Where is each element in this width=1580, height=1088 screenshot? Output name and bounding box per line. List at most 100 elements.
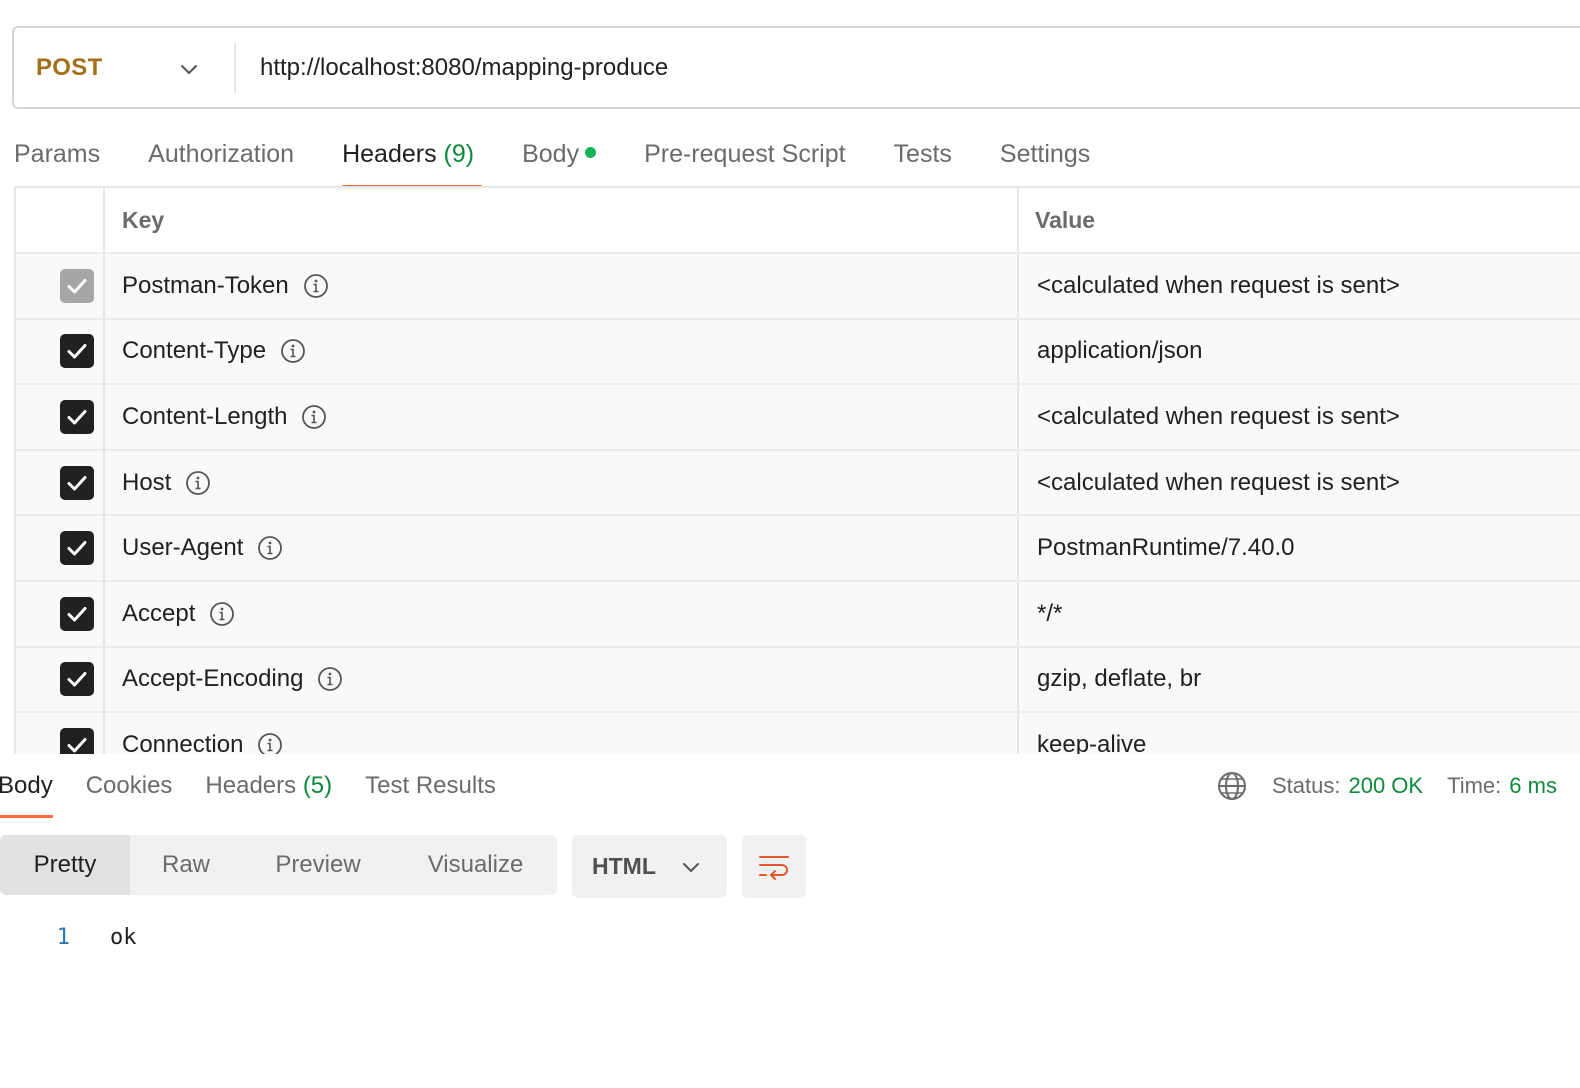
header-value-cell[interactable]: <calculated when request is sent> (1019, 385, 1580, 449)
header-key: Accept-Encoding (122, 665, 304, 693)
info-icon[interactable] (317, 666, 343, 692)
header-key-cell[interactable]: Postman-Token (105, 254, 1019, 318)
request-tabs: Params Authorization Headers (9) Body Pr… (14, 126, 1138, 188)
header-enabled-checkbox[interactable] (59, 465, 94, 500)
tab-settings[interactable]: Settings (1000, 126, 1090, 188)
header-value: PostmanRuntime/7.40.0 (1037, 534, 1295, 562)
header-key: Host (122, 468, 172, 496)
header-rows: Postman-Token <calculated when request is… (16, 254, 1580, 754)
method-select[interactable]: POST (14, 28, 234, 107)
response-tab-body[interactable]: Body (0, 758, 53, 818)
body-indicator-dot (585, 146, 597, 158)
response-tab-headers[interactable]: Headers (5) (205, 758, 332, 818)
table-row: Content-Length <calculated when request i… (16, 385, 1580, 451)
info-icon[interactable] (209, 601, 235, 627)
header-value: keep-alive (1037, 730, 1147, 754)
header-enabled-checkbox (59, 268, 94, 303)
tab-pre-request-script[interactable]: Pre-request Script (644, 126, 845, 188)
response-tab-cookies[interactable]: Cookies (86, 758, 173, 818)
header-enabled-checkbox[interactable] (59, 727, 94, 754)
info-icon[interactable] (303, 273, 329, 299)
header-value-cell[interactable]: application/json (1019, 320, 1580, 384)
tab-label: Headers (342, 140, 437, 168)
globe-icon[interactable] (1216, 770, 1248, 802)
tab-headers[interactable]: Headers (9) (342, 126, 483, 188)
checkmark-icon (67, 737, 86, 753)
line-number: 1 (56, 924, 70, 950)
checkbox-cell (16, 713, 105, 754)
info-icon[interactable] (257, 732, 283, 754)
header-value: <calculated when request is sent> (1037, 271, 1400, 299)
column-header-key: Key (105, 188, 1019, 252)
header-value: gzip, deflate, br (1037, 665, 1202, 693)
tab-label: Cookies (85, 772, 173, 799)
checkbox-cell (16, 647, 105, 712)
status-label: Status: (1272, 773, 1341, 798)
header-enabled-checkbox[interactable] (59, 399, 94, 434)
status-value[interactable]: 200 OK (1348, 773, 1423, 799)
header-key-cell[interactable]: Accept-Encoding (105, 647, 1019, 712)
header-key-cell[interactable]: Connection (105, 713, 1019, 754)
header-value-cell[interactable]: <calculated when request is sent> (1019, 451, 1580, 515)
header-value-cell[interactable]: PostmanRuntime/7.40.0 (1019, 516, 1580, 580)
checkmark-icon (67, 672, 86, 687)
format-label: HTML (592, 853, 656, 879)
tab-body[interactable]: Body (522, 126, 597, 188)
header-key-cell[interactable]: Accept (105, 581, 1019, 646)
view-mode-preview[interactable]: Preview (242, 835, 394, 895)
info-icon[interactable] (301, 404, 327, 430)
url-input[interactable] (260, 47, 1460, 88)
headers-table: Key Value Postman-Token <calculated when … (14, 186, 1580, 754)
header-value-cell[interactable]: gzip, deflate, br (1019, 648, 1580, 712)
tab-label: Headers (205, 772, 297, 799)
tab-label: Params (14, 140, 101, 168)
info-icon[interactable] (185, 470, 211, 496)
table-row: Connection keep-alive (16, 713, 1580, 754)
view-mode-visualize[interactable]: Visualize (394, 835, 557, 895)
header-key-cell[interactable]: Host (105, 450, 1019, 515)
tab-label: Tests (893, 140, 952, 168)
header-key: Content-Type (122, 337, 267, 365)
header-value-cell[interactable]: */* (1019, 582, 1580, 646)
response-tabs: Body Cookies Headers (5) Test Results (0, 758, 529, 820)
tab-label: Settings (999, 140, 1091, 168)
wrap-lines-button[interactable] (742, 835, 806, 898)
response-tab-test-results[interactable]: Test Results (365, 758, 496, 818)
tab-count: (9) (443, 140, 475, 168)
header-value: application/json (1037, 337, 1203, 365)
view-mode-pretty[interactable]: Pretty (0, 835, 130, 895)
format-select[interactable]: HTML (572, 835, 727, 898)
table-header-row: Key Value (16, 188, 1580, 254)
chevron-down-icon (683, 863, 699, 872)
info-icon[interactable] (257, 535, 283, 561)
table-row: Accept-Encoding gzip, deflate, br (16, 647, 1580, 714)
table-row: Accept */* (16, 581, 1580, 648)
table-row: Content-Type application/json (16, 319, 1580, 386)
header-key-cell[interactable]: Content-Length (105, 385, 1019, 449)
header-key-cell[interactable]: Content-Type (105, 319, 1019, 384)
header-key: Accept (122, 599, 196, 627)
checkbox-cell (16, 319, 105, 384)
tab-params[interactable]: Params (14, 126, 100, 188)
tab-label: Test Results (365, 772, 496, 799)
header-enabled-checkbox[interactable] (59, 531, 94, 566)
header-value-cell[interactable]: keep-alive (1019, 713, 1580, 754)
code-line: 1 ok (0, 918, 137, 956)
tab-tests[interactable]: Tests (894, 126, 952, 188)
header-value-cell[interactable]: <calculated when request is sent> (1019, 254, 1580, 318)
checkmark-icon (67, 344, 86, 359)
time-value[interactable]: 6 ms (1509, 773, 1557, 799)
response-body-viewer[interactable]: 1 ok (0, 918, 137, 956)
tab-authorization[interactable]: Authorization (148, 126, 294, 188)
header-enabled-checkbox[interactable] (59, 596, 94, 631)
tab-label: Authorization (148, 140, 295, 168)
view-mode-raw[interactable]: Raw (130, 835, 242, 895)
header-key-cell[interactable]: User-Agent (105, 516, 1019, 580)
checkbox-cell (16, 385, 105, 449)
checkbox-cell (16, 254, 105, 318)
header-enabled-checkbox[interactable] (59, 334, 94, 369)
table-row: Postman-Token <calculated when request is… (16, 254, 1580, 320)
info-icon[interactable] (280, 338, 306, 364)
header-checkbox-cell (16, 188, 105, 252)
header-enabled-checkbox[interactable] (59, 662, 94, 697)
